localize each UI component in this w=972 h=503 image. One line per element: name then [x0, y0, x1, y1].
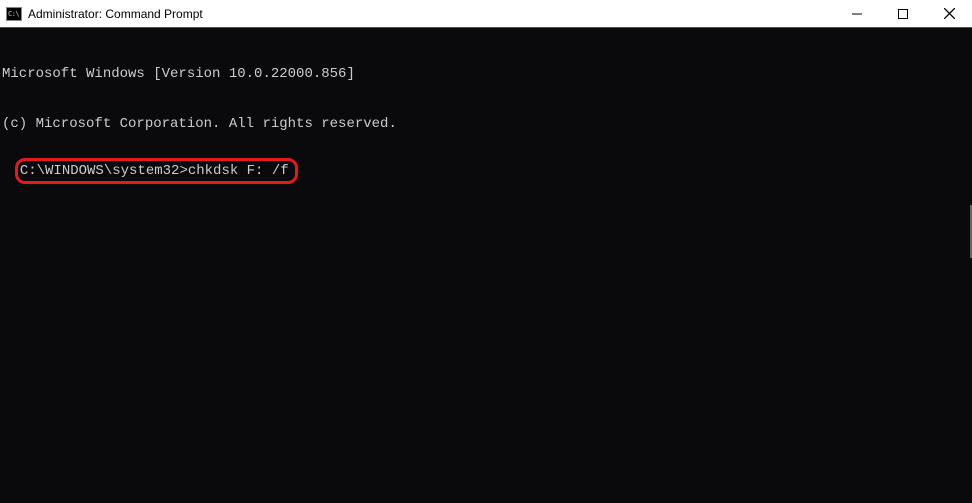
terminal-body[interactable]: Microsoft Windows [Version 10.0.22000.85… [0, 28, 972, 188]
version-line: Microsoft Windows [Version 10.0.22000.85… [2, 66, 970, 83]
command-text: chkdsk F: /f [188, 163, 289, 179]
minimize-button[interactable] [834, 0, 880, 27]
window-titlebar[interactable]: Administrator: Command Prompt [0, 0, 972, 28]
maximize-button[interactable] [880, 0, 926, 27]
prompt-text: C:\WINDOWS\system32> [20, 163, 188, 179]
close-button[interactable] [926, 0, 972, 27]
cmd-icon [6, 7, 22, 21]
copyright-line: (c) Microsoft Corporation. All rights re… [2, 116, 970, 133]
window-controls [834, 0, 972, 27]
window-title: Administrator: Command Prompt [28, 7, 834, 21]
annotation-highlight: C:\WINDOWS\system32>chkdsk F: /f [15, 158, 298, 185]
